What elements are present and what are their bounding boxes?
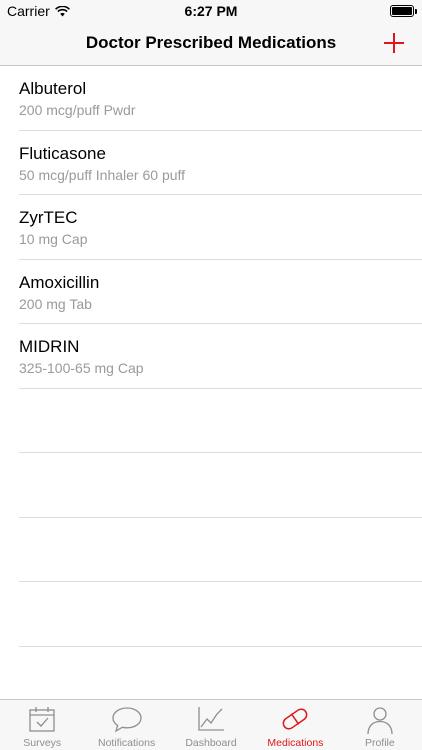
medication-name: Fluticasone xyxy=(19,143,106,163)
calendar-icon xyxy=(29,707,55,732)
medication-list: Albuterol 200 mcg/puff Pwdr Fluticasone … xyxy=(0,66,422,647)
tab-dashboard[interactable]: Dashboard xyxy=(169,700,253,750)
medication-name: ZyrTEC xyxy=(19,208,78,227)
pill-icon xyxy=(283,708,308,730)
page-title: Doctor Prescribed Medications xyxy=(85,33,337,52)
medication-name: Amoxicillin xyxy=(19,272,100,292)
medication-row[interactable]: Albuterol 200 mcg/puff Pwdr xyxy=(19,66,422,131)
medication-name: Albuterol xyxy=(19,79,87,98)
empty-row xyxy=(19,518,422,582)
tab-notifications[interactable]: Notifications xyxy=(84,700,168,750)
navigation-bar: Doctor Prescribed Medications xyxy=(0,22,422,66)
tab-label: Dashboard xyxy=(185,737,237,749)
status-bar: Carrier 6:27 PM xyxy=(0,0,422,22)
add-medication-button[interactable] xyxy=(382,30,408,56)
tab-bar: Surveys Notifications Dashboard Medicati… xyxy=(0,699,422,750)
tab-surveys[interactable]: Surveys xyxy=(0,700,84,750)
medication-dose: 10 mg Cap xyxy=(19,231,88,247)
person-icon xyxy=(367,707,393,735)
tab-medications[interactable]: Medications xyxy=(253,700,337,750)
medication-row[interactable]: MIDRIN 325-100-65 mg Cap xyxy=(19,324,422,389)
tab-label: Medications xyxy=(267,737,324,749)
medication-row[interactable]: ZyrTEC 10 mg Cap xyxy=(19,195,422,260)
speech-bubble-icon xyxy=(111,707,142,733)
empty-row xyxy=(19,453,422,518)
empty-row xyxy=(19,389,422,453)
medication-dose: 50 mcg/puff Inhaler 60 puff xyxy=(19,166,186,183)
status-time: 6:27 PM xyxy=(184,3,238,19)
tab-label: Notifications xyxy=(98,737,156,749)
medication-dose: 325-100-65 mg Cap xyxy=(19,360,144,376)
medication-dose: 200 mcg/puff Pwdr xyxy=(19,102,136,118)
medication-name: MIDRIN xyxy=(19,337,80,356)
tab-profile[interactable]: Profile xyxy=(338,700,422,750)
tab-label: Profile xyxy=(364,737,395,749)
tab-label: Surveys xyxy=(23,737,62,749)
medication-dose: 200 mg Tab xyxy=(19,295,92,312)
line-chart-icon xyxy=(198,707,225,731)
battery-icon xyxy=(390,5,417,17)
medication-row[interactable]: Fluticasone 50 mcg/puff Inhaler 60 puff xyxy=(19,131,422,195)
empty-row xyxy=(19,582,422,647)
medication-row[interactable]: Amoxicillin 200 mg Tab xyxy=(19,260,422,324)
